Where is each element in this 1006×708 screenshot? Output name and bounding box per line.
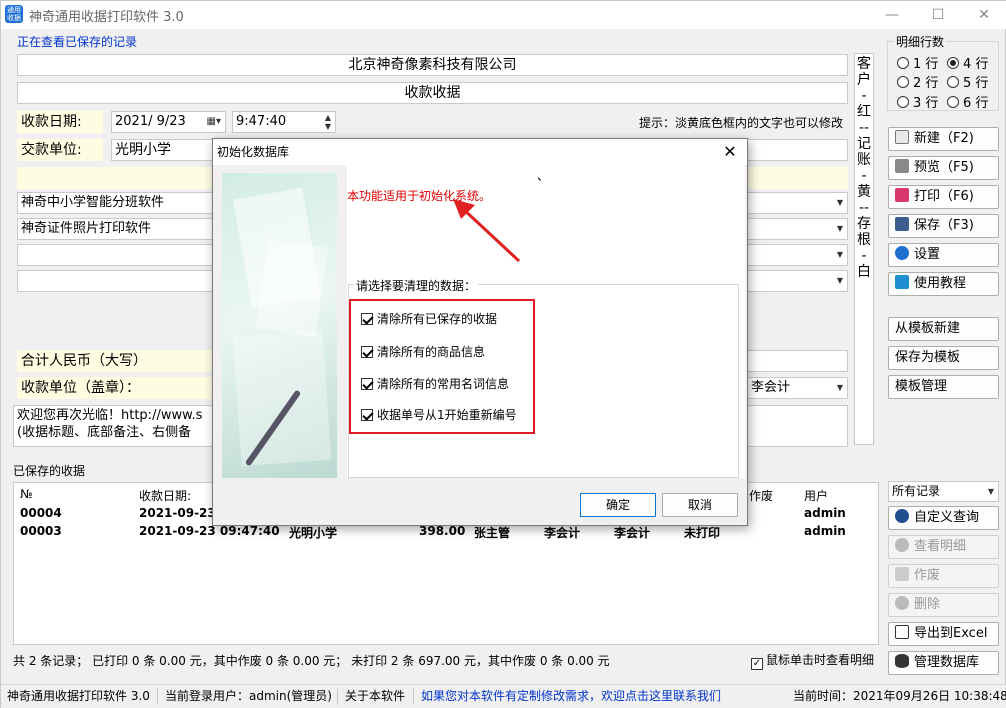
printer-icon	[895, 188, 909, 202]
checkbox-icon[interactable]: ✓	[751, 658, 763, 670]
header-date: 收款日期:	[139, 489, 192, 503]
from-template-button[interactable]: 从模板新建	[888, 317, 999, 341]
viewing-label: 正在查看已保存的记录	[17, 35, 138, 49]
time-spinner-icon[interactable]: ▲ ▼	[325, 113, 331, 131]
floppy-icon	[895, 217, 909, 231]
payee-label[interactable]: 收款单位（盖章）：	[17, 377, 214, 399]
filter-select[interactable]: 所有记录 ▼	[888, 481, 999, 502]
void-button[interactable]: 作废	[888, 564, 999, 588]
cancel-button[interactable]: 取消	[662, 493, 738, 517]
save-button[interactable]: 保存（F3)	[888, 214, 999, 238]
time-picker[interactable]: 9:47:40 ▲ ▼	[232, 111, 336, 133]
ok-button[interactable]: 确定	[580, 493, 656, 517]
company-field[interactable]: 北京神奇像素科技有限公司	[17, 54, 848, 76]
export-excel-button[interactable]: 导出到Excel	[888, 622, 999, 646]
calendar-icon[interactable]: ▦▾	[207, 112, 221, 132]
delete-button[interactable]: 删除	[888, 593, 999, 617]
init-db-dialog: 初始化数据库 ✕ 、 本功能适用于初始化系统。 请选择要清理的数据： 清除所有已…	[212, 138, 748, 526]
printer-icon	[895, 159, 909, 173]
manage-db-button[interactable]: 管理数据库	[888, 651, 999, 675]
rows-label: 明细行数	[894, 33, 947, 50]
payer-label[interactable]: 交款单位:	[17, 139, 103, 161]
click-detail-checkbox[interactable]: ✓ 鼠标单击时查看明细	[751, 651, 874, 670]
date-label[interactable]: 收款日期:	[17, 111, 103, 133]
date-picker[interactable]: 2021/ 9/23 ▦▾	[111, 111, 226, 133]
chevron-down-icon[interactable]: ▼	[988, 482, 994, 501]
search-icon	[895, 509, 909, 523]
rows-radio-2[interactable]: 2 行	[897, 72, 938, 91]
preview-button[interactable]: 预览（F5)	[888, 156, 999, 180]
dialog-illustration	[222, 173, 337, 478]
chevron-down-icon[interactable]: ▼	[837, 219, 843, 239]
void-icon	[895, 567, 909, 581]
export-icon	[895, 625, 909, 639]
clear-goods-checkbox[interactable]: 清除所有的商品信息	[361, 343, 485, 360]
header-no: №	[20, 487, 33, 501]
group-label: 请选择要清理的数据：	[354, 277, 479, 294]
gear-icon	[895, 246, 909, 260]
rows-radio-6[interactable]: 6 行	[947, 92, 988, 111]
custom-link[interactable]: 如果您对本软件有定制修改需求，欢迎点击这里联系我们	[421, 685, 721, 707]
rows-radio-4[interactable]: 4 行	[947, 53, 988, 72]
view-detail-button[interactable]: 查看明细	[888, 535, 999, 559]
red-arrow-icon	[453, 199, 521, 263]
chevron-down-icon[interactable]: ▼	[837, 245, 843, 265]
dialog-tick-mark: 、	[537, 169, 550, 183]
copy-color-note: 客户 - 红 -- 记账 - 黄 -- 存根 - 白	[854, 53, 874, 445]
new-doc-icon	[895, 130, 909, 144]
maximize-icon[interactable]: ☐	[915, 1, 961, 29]
minimize-icon[interactable]: —	[869, 1, 915, 29]
status-user: 当前登录用户：admin(管理员)	[165, 689, 332, 703]
print-button[interactable]: 打印（F6)	[888, 185, 999, 209]
delete-icon	[895, 596, 909, 610]
rows-radio-3[interactable]: 3 行	[897, 92, 938, 111]
title-bar: 通用收据 神奇通用收据打印软件 3.0 — ☐ ✕	[1, 1, 1006, 29]
header-void: 作废	[749, 489, 774, 503]
template-manager-button[interactable]: 模板管理	[888, 375, 999, 399]
summary-text: 共 2 条记录； 已打印 0 条 0.00 元，其中作废 0 条 0.00 元；…	[13, 654, 610, 668]
dialog-title: 初始化数据库	[213, 139, 747, 165]
header-user: 用户	[804, 489, 829, 503]
save-template-button[interactable]: 保存为模板	[888, 346, 999, 370]
hint-text: 提示：淡黄底色框内的文字也可以修改	[639, 116, 844, 130]
status-bar: 神奇通用收据打印软件 3.0 当前登录用户：admin(管理员) 关于本软件 如…	[1, 684, 1006, 708]
chevron-down-icon[interactable]: ▼	[837, 271, 843, 291]
chevron-down-icon[interactable]: ▼	[837, 193, 843, 213]
window-title: 神奇通用收据打印软件 3.0	[29, 10, 184, 25]
custom-query-button[interactable]: 自定义查询	[888, 506, 999, 530]
accountant-select[interactable]: 李会计 ▼	[747, 377, 848, 399]
tutorial-button[interactable]: 使用教程	[888, 272, 999, 296]
book-icon	[895, 275, 909, 289]
rows-radio-5[interactable]: 5 行	[947, 72, 988, 91]
rows-radio-1[interactable]: 1 行	[897, 53, 938, 72]
database-icon	[895, 654, 909, 668]
doc-title-field[interactable]: 收款收据	[17, 82, 848, 104]
saved-section-label: 已保存的收据	[13, 464, 86, 478]
new-button[interactable]: 新建（F2)	[888, 127, 999, 151]
about-link[interactable]: 关于本软件	[345, 685, 405, 707]
settings-button[interactable]: 设置	[888, 243, 999, 267]
dialog-close-icon[interactable]: ✕	[713, 139, 747, 165]
search-icon	[895, 538, 909, 552]
clear-terms-checkbox[interactable]: 清除所有的常用名词信息	[361, 375, 509, 392]
status-app: 神奇通用收据打印软件 3.0	[7, 689, 150, 703]
time-value: 9:47:40	[236, 114, 287, 129]
chevron-down-icon[interactable]: ▼	[837, 378, 843, 398]
renumber-checkbox[interactable]: 收据单号从1开始重新编号	[361, 406, 517, 423]
close-icon[interactable]: ✕	[961, 1, 1006, 29]
app-icon: 通用收据	[5, 5, 23, 23]
clear-saved-checkbox[interactable]: 清除所有已保存的收据	[361, 310, 497, 327]
date-value: 2021/ 9/23	[115, 114, 186, 129]
total-field[interactable]	[747, 350, 848, 372]
total-label[interactable]: 合计人民币（大写）	[17, 350, 214, 372]
status-time: 当前时间：2021年09月26日 10:38:48	[793, 689, 1006, 703]
